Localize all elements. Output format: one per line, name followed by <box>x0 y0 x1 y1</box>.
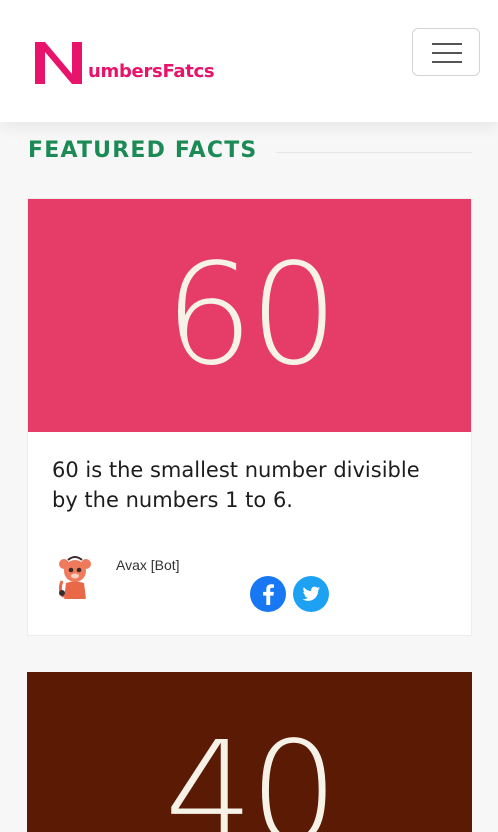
logo-mark-icon <box>35 42 82 84</box>
fact-number-hero[interactable]: 40 <box>27 672 472 832</box>
twitter-icon[interactable] <box>293 576 329 612</box>
avatar-icon <box>50 551 100 601</box>
hamburger-icon-bar <box>432 52 462 54</box>
section-title: FEATURED FACTS <box>28 138 258 163</box>
facebook-icon[interactable] <box>250 576 286 612</box>
menu-toggle-button[interactable] <box>412 28 480 76</box>
navbar: umbersFatcs <box>0 0 498 122</box>
hamburger-icon-bar <box>432 61 462 63</box>
hamburger-icon <box>432 43 462 45</box>
fact-card[interactable]: 60 60 is the smallest number divisible b… <box>27 198 472 636</box>
fact-card[interactable]: 40 <box>27 672 472 832</box>
section-divider <box>276 152 472 153</box>
author-avatar[interactable] <box>50 551 100 601</box>
fact-text[interactable]: 60 is the smallest number divisible by t… <box>52 455 452 515</box>
logo-text: umbersFatcs <box>88 61 215 82</box>
site-logo[interactable]: umbersFatcs <box>32 38 215 88</box>
author-name[interactable]: Avax [Bot] <box>116 557 180 573</box>
section-header: FEATURED FACTS <box>28 136 472 168</box>
fact-number-hero[interactable]: 60 <box>28 199 471 432</box>
